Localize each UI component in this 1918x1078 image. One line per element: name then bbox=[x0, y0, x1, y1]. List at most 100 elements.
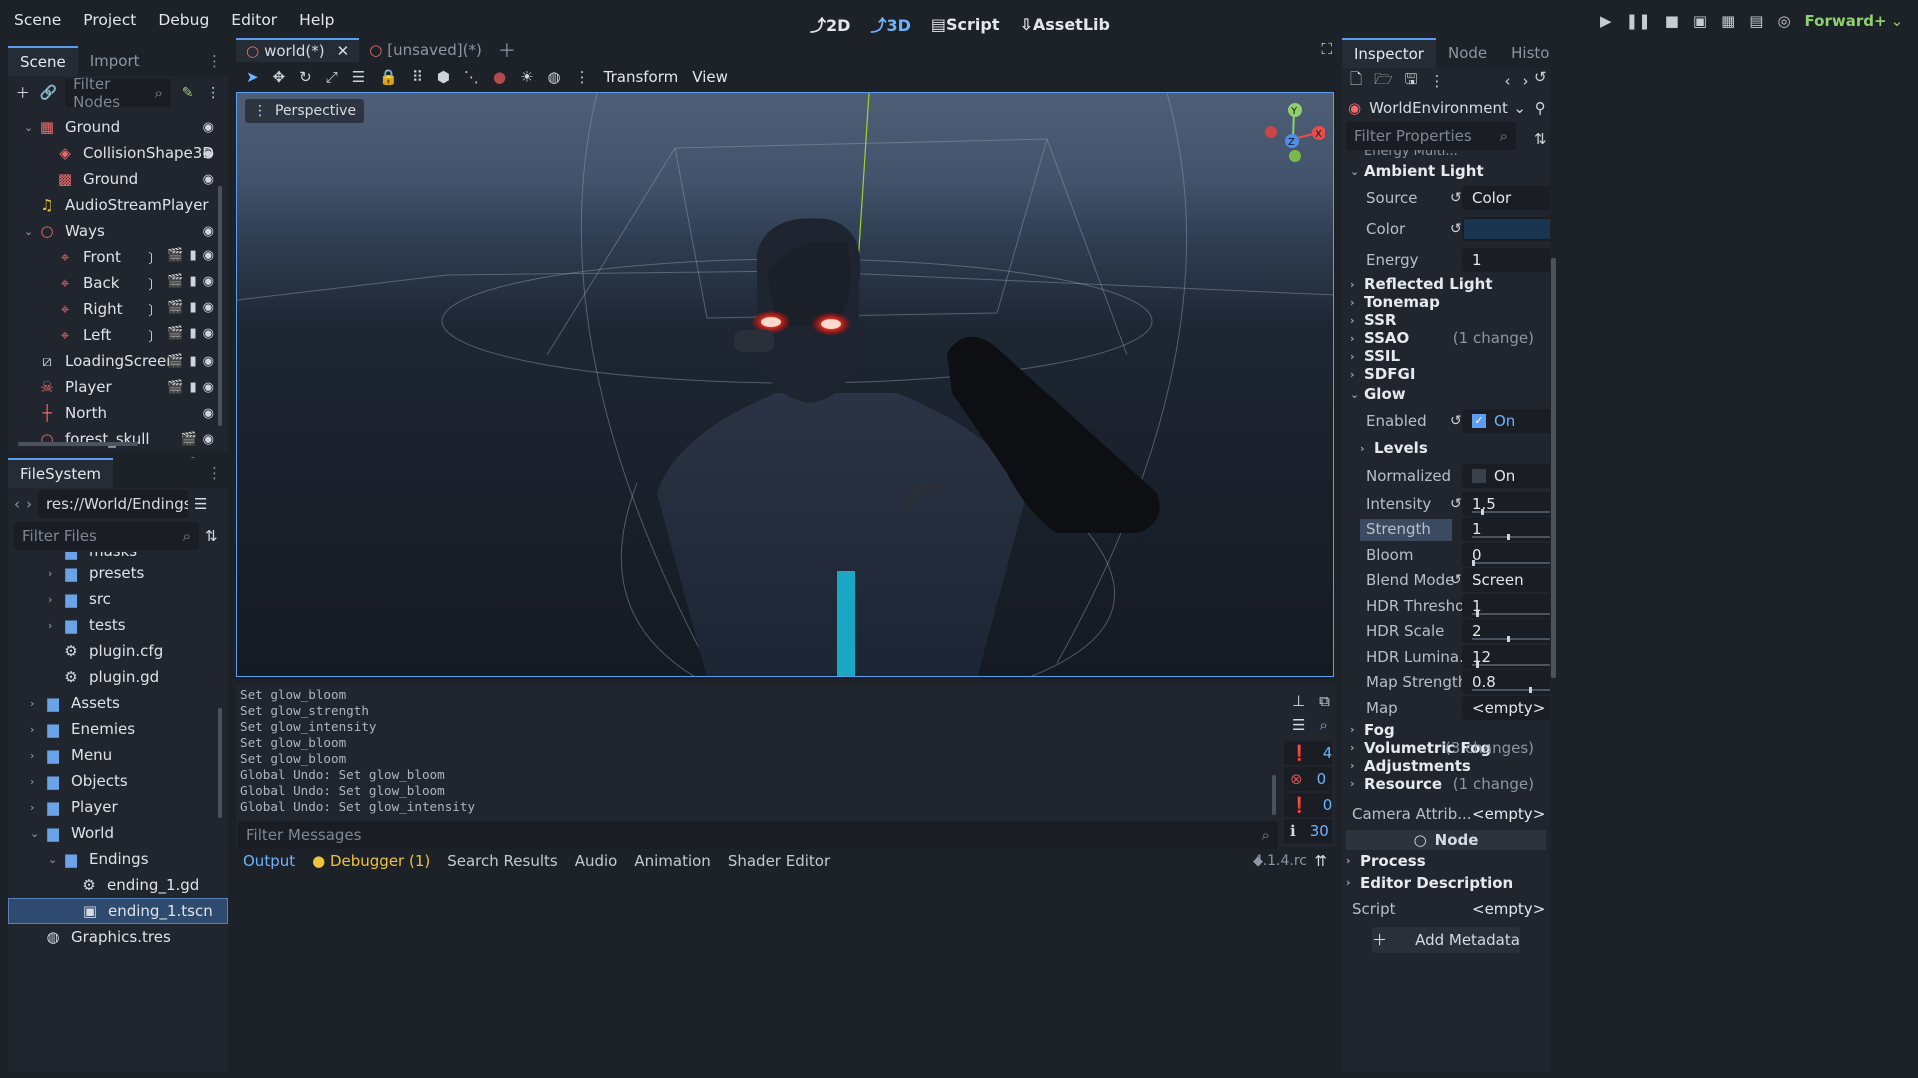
energy-field[interactable]: 1 bbox=[1462, 247, 1550, 272]
tab-history[interactable]: History bbox=[1499, 39, 1550, 67]
distraction-free-icon[interactable]: ⛶ bbox=[1321, 40, 1332, 58]
add-node-icon[interactable]: ＋ bbox=[14, 84, 32, 102]
caret-icon[interactable]: ⌄ bbox=[30, 827, 44, 840]
section-glow[interactable]: ⌄ Glow bbox=[1342, 383, 1550, 405]
file-item[interactable]: › ▆ Enemies bbox=[8, 716, 228, 742]
value-slider[interactable] bbox=[1472, 661, 1550, 668]
tab-import[interactable]: Import bbox=[78, 47, 152, 75]
revert-icon[interactable]: ↺ bbox=[1450, 190, 1462, 206]
eye-icon[interactable]: ◉ bbox=[203, 406, 214, 421]
tab-node[interactable]: Node bbox=[1436, 39, 1499, 67]
menu-help[interactable]: Help bbox=[299, 11, 334, 29]
file-item[interactable]: ◍ Graphics.tres bbox=[8, 924, 228, 950]
kebab-menu-icon[interactable]: ⋮ bbox=[575, 68, 590, 86]
section-process[interactable]: › Process bbox=[1342, 850, 1550, 872]
scene-node[interactable]: ⌖ Back 〕 🎬 ▮ ◉ bbox=[8, 270, 228, 296]
value-slider[interactable] bbox=[1472, 636, 1550, 643]
filter-warnings-toggle[interactable]: ❗ 0 bbox=[1284, 793, 1332, 817]
section-resource[interactable]: › Resource (1 change) bbox=[1342, 775, 1550, 793]
copy-icon[interactable]: ⧉ bbox=[1319, 692, 1330, 710]
bloom-field[interactable]: 0 bbox=[1462, 542, 1550, 567]
scene-node[interactable]: ☠ Player 🎬 ▮ ◉ bbox=[8, 374, 228, 400]
perspective-menu[interactable]: ⋮ Perspective bbox=[245, 99, 365, 123]
file-item[interactable]: ⌄ ▆ World bbox=[8, 820, 228, 846]
file-item[interactable]: ⚙ plugin.gd bbox=[8, 664, 228, 690]
scene-node[interactable]: ♫ AudioStreamPlayer bbox=[8, 192, 228, 218]
source-select[interactable]: Color⌄ bbox=[1462, 185, 1550, 210]
file-item[interactable]: ⚙ plugin.cfg bbox=[8, 638, 228, 664]
caret-icon[interactable]: › bbox=[48, 619, 62, 632]
section-tonemap[interactable]: › Tonemap bbox=[1342, 293, 1550, 311]
caret-icon[interactable]: › bbox=[30, 775, 44, 788]
stop-icon[interactable]: ■ bbox=[1665, 12, 1679, 30]
scene-node[interactable]: ⌖ Right 〕 🎬 ▮ ◉ bbox=[8, 296, 228, 322]
value-slider[interactable] bbox=[1472, 559, 1550, 566]
view-menu[interactable]: View bbox=[692, 68, 728, 86]
tab-debugger[interactable]: ● Debugger (1) bbox=[312, 852, 430, 870]
caret-icon[interactable]: ⌄ bbox=[24, 121, 38, 134]
tab-animation[interactable]: Animation bbox=[634, 852, 710, 870]
slider-knob[interactable] bbox=[1476, 610, 1480, 617]
slider-knob[interactable] bbox=[1507, 636, 1511, 643]
sun-icon[interactable]: ☀ bbox=[520, 68, 533, 86]
file-item[interactable]: › ▆ Objects bbox=[8, 768, 228, 794]
scene-node[interactable]: ⌄ ○ Ways ◉ bbox=[8, 218, 228, 244]
history-icon[interactable]: ↺ bbox=[1534, 68, 1547, 86]
caret-icon[interactable]: › bbox=[48, 567, 62, 580]
clear-icon[interactable]: ⊥ bbox=[1292, 692, 1305, 710]
enabled-checkbox[interactable]: ✓ On bbox=[1462, 408, 1550, 433]
section-volumetric-fog[interactable]: › Volumetric Fog (3 changes) bbox=[1342, 739, 1550, 757]
tab-output[interactable]: Output bbox=[243, 852, 295, 870]
path-field[interactable]: res://World/Endings/endin bbox=[38, 490, 188, 518]
scene-node[interactable]: ◈ CollisionShape3D ◉ bbox=[8, 140, 228, 166]
collapse-icon[interactable]: ☰ bbox=[1292, 716, 1305, 734]
vertical-scrollbar[interactable] bbox=[218, 708, 222, 818]
sort-icon[interactable]: ⇅ bbox=[1534, 130, 1547, 148]
hdr-scale-field[interactable]: 2 bbox=[1462, 619, 1550, 644]
slider-knob[interactable] bbox=[1472, 559, 1475, 566]
value-slider[interactable] bbox=[1472, 610, 1550, 617]
object-selector[interactable]: ◉ WorldEnvironment ⌄ bbox=[1342, 94, 1550, 122]
forward-icon[interactable]: › bbox=[26, 495, 32, 513]
file-item[interactable]: › ▆ presets bbox=[8, 560, 228, 586]
normalized-checkbox[interactable]: On bbox=[1462, 463, 1550, 488]
workspace-3d-button[interactable]: ⤴3D bbox=[870, 12, 910, 36]
filter-files-input[interactable]: Filter Files ⌕ bbox=[14, 522, 199, 550]
open-resource-icon[interactable]: 🗁 bbox=[1374, 69, 1393, 94]
eye-icon[interactable]: ◉ bbox=[203, 326, 214, 345]
script-picker[interactable]: <empty>⌄ bbox=[1462, 897, 1550, 921]
eye-icon[interactable]: ◉ bbox=[203, 300, 214, 319]
revert-icon[interactable]: ↺ bbox=[1450, 413, 1462, 429]
kebab-menu-icon[interactable]: ⋮ bbox=[204, 84, 222, 102]
environment-icon[interactable]: ◍ bbox=[548, 68, 561, 86]
history-forward-icon[interactable]: › bbox=[1522, 72, 1528, 90]
split-mode-icon[interactable]: ☰ bbox=[194, 495, 207, 513]
file-item[interactable]: › ▆ Assets bbox=[8, 690, 228, 716]
scene-node[interactable]: ⌖ Front 〕 🎬 ▮ ◉ bbox=[8, 244, 228, 270]
value-slider[interactable] bbox=[1472, 534, 1550, 541]
new-resource-icon[interactable]: 🗋 bbox=[1350, 69, 1362, 94]
slider-knob[interactable] bbox=[1507, 534, 1511, 541]
pin-icon[interactable]: ⚲ bbox=[1535, 99, 1546, 117]
expand-panel-icon[interactable]: ⇈ bbox=[1314, 852, 1327, 870]
slider-knob[interactable] bbox=[1476, 661, 1480, 668]
version-label[interactable]: 4.1.4.rc bbox=[1254, 853, 1307, 869]
file-item[interactable]: › ▆ Player bbox=[8, 794, 228, 820]
tab-filesystem[interactable]: FileSystem bbox=[8, 458, 114, 488]
attach-script-icon[interactable]: ✎ bbox=[179, 84, 197, 102]
3d-viewport[interactable]: ⋮ Perspective Y X Z bbox=[236, 92, 1334, 677]
save-icon[interactable]: 🖫 bbox=[1405, 69, 1418, 94]
history-back-icon[interactable]: ‹ bbox=[1504, 72, 1510, 90]
section-adjustments[interactable]: › Adjustments bbox=[1342, 757, 1550, 775]
section-sdfgi[interactable]: › SDFGI bbox=[1342, 365, 1550, 383]
section-fog[interactable]: › Fog bbox=[1342, 721, 1550, 739]
file-item[interactable]: ⚙ ending_1.gd bbox=[8, 872, 228, 898]
kebab-menu-icon[interactable]: ⋮ bbox=[1429, 72, 1444, 90]
play-custom-icon[interactable]: ▤ bbox=[1749, 12, 1763, 30]
select-tool-icon[interactable]: ➤ bbox=[246, 68, 259, 86]
pause-icon[interactable]: ❚❚ bbox=[1626, 12, 1651, 30]
caret-icon[interactable]: › bbox=[30, 723, 44, 736]
caret-icon[interactable]: ⌄ bbox=[48, 853, 62, 866]
renderer-select[interactable]: Forward+ bbox=[1805, 12, 1887, 30]
scene-node[interactable]: ⌄ ▦ Ground ◉ bbox=[8, 114, 228, 140]
